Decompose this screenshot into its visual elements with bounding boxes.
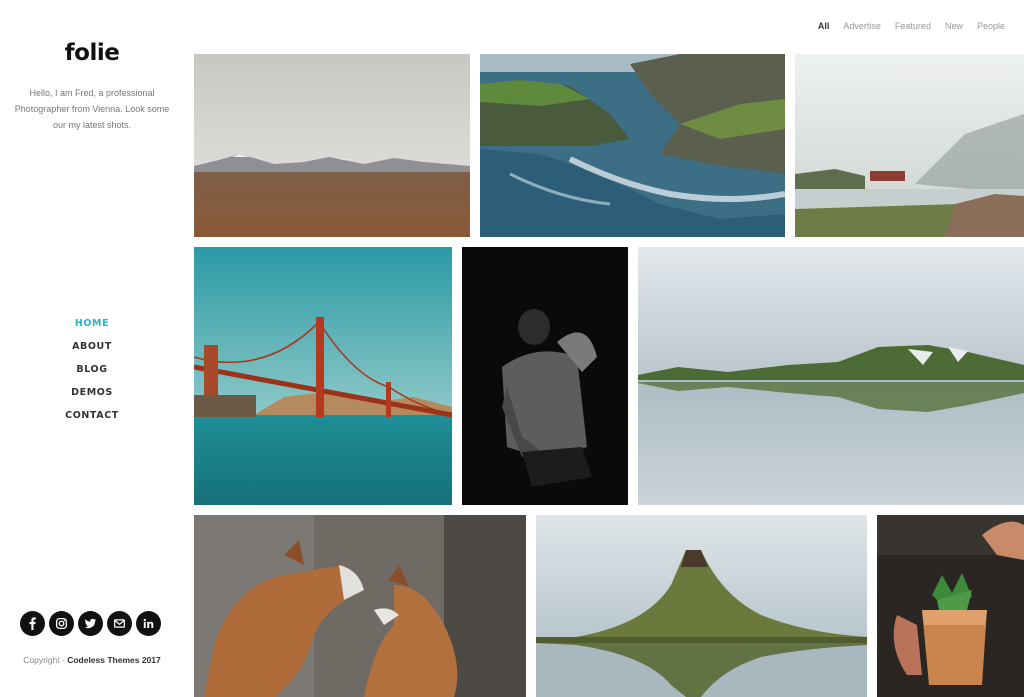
- linkedin-icon: [143, 618, 154, 628]
- filter-featured[interactable]: Featured: [895, 21, 931, 31]
- main-nav: HOME ABOUT BLOG DEMOS CONTACT: [0, 316, 184, 431]
- twitter-button[interactable]: [78, 611, 103, 636]
- gallery-tile-mountain[interactable]: [536, 515, 867, 697]
- copyright: Copyright - Codeless Themes 2017: [0, 655, 184, 665]
- instagram-button[interactable]: [49, 611, 74, 636]
- kirkjufell-mountain-photo: [536, 515, 867, 697]
- sidebar: folie Hello, I am Fred, a professional P…: [0, 0, 184, 697]
- man-in-dark-portrait-photo: [462, 247, 628, 505]
- rocky-coast-photo: [480, 54, 785, 237]
- gallery-tile-desert[interactable]: [194, 54, 470, 237]
- linkedin-button[interactable]: [136, 611, 161, 636]
- golden-gate-bridge-photo: [194, 247, 452, 505]
- intro-text: Hello, I am Fred, a professional Photogr…: [14, 88, 170, 130]
- copyright-prefix: Copyright -: [23, 655, 68, 665]
- two-foxes-photo: [194, 515, 526, 697]
- nav-item-home[interactable]: HOME: [0, 316, 184, 339]
- facebook-button[interactable]: [20, 611, 45, 636]
- gallery-tile-portrait[interactable]: [462, 247, 628, 505]
- lake-reflection-hills-photo: [638, 247, 1024, 505]
- site-logo[interactable]: folie: [0, 40, 184, 66]
- copyright-owner[interactable]: Codeless Themes 2017: [67, 655, 161, 665]
- gallery-tile-cocktail[interactable]: [877, 515, 1024, 697]
- social-links: [20, 611, 161, 636]
- nav-item-about[interactable]: ABOUT: [0, 339, 184, 362]
- portfolio-filters: All Advertise Featured New People: [818, 21, 1005, 31]
- facebook-icon: [29, 617, 36, 630]
- twitter-icon: [84, 618, 97, 629]
- filter-all[interactable]: All: [818, 21, 830, 31]
- gallery-tile-bridge[interactable]: [194, 247, 452, 505]
- gallery-tile-foxes[interactable]: [194, 515, 526, 697]
- gallery-tile-lake-reflection[interactable]: [638, 247, 1024, 505]
- misty-lake-photo: [795, 54, 1024, 237]
- filter-new[interactable]: New: [945, 21, 963, 31]
- copper-mug-cocktail-photo: [877, 515, 1024, 697]
- instagram-icon: [55, 617, 68, 630]
- nav-item-blog[interactable]: BLOG: [0, 362, 184, 385]
- nav-item-demos[interactable]: DEMOS: [0, 385, 184, 408]
- gallery-tile-coast[interactable]: [480, 54, 785, 237]
- filter-advertise[interactable]: Advertise: [843, 21, 881, 31]
- filter-people[interactable]: People: [977, 21, 1005, 31]
- nav-item-contact[interactable]: CONTACT: [0, 408, 184, 431]
- email-icon: [114, 619, 125, 628]
- desert-mountains-photo: [194, 54, 470, 237]
- email-button[interactable]: [107, 611, 132, 636]
- gallery-tile-misty-lake[interactable]: [795, 54, 1024, 237]
